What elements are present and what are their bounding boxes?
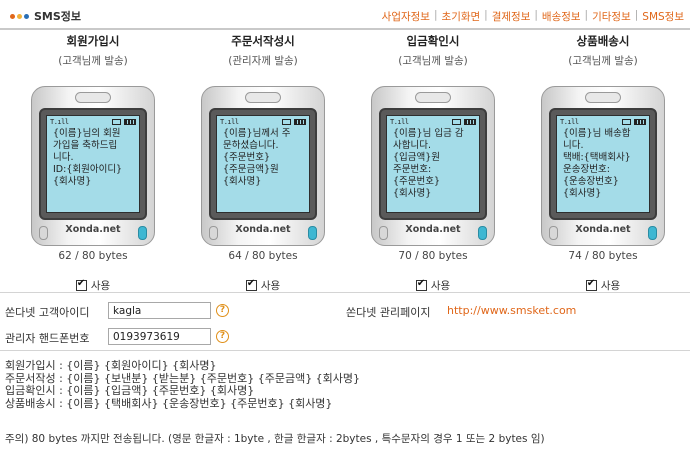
nav-payment-info[interactable]: 결제정보 — [492, 9, 531, 24]
customer-id-label: 쏜다넷 고객아이디 — [5, 306, 90, 319]
signal-icon: T.ıll — [220, 117, 239, 126]
nav-home-screen[interactable]: 초기화면 — [442, 9, 481, 24]
use-checkbox[interactable] — [585, 278, 597, 291]
envelope-icon — [452, 118, 461, 125]
divider — [0, 292, 690, 293]
phone-brand: Xonda.net — [65, 224, 121, 235]
byte-count: 62 / 80 bytes — [58, 250, 128, 262]
phone-brand: Xonda.net — [575, 224, 631, 235]
card-subtitle: (고객님께 발송) — [398, 55, 468, 67]
card-subtitle: (고객님께 발송) — [568, 55, 638, 67]
admin-page-link[interactable]: http://www.smsket.com — [447, 304, 576, 317]
use-label: 사용 — [260, 280, 281, 292]
phone-preview: T.ıll {이름}님 입금 감 사합니다. {입금액}원 주문번호: {주문번… — [371, 86, 495, 246]
signal-icon: T.ıll — [390, 117, 409, 126]
phone-preview: T.ıll {이름}님께서 주 문하셨습니다. {주문번호} {주문금액}원 {… — [201, 86, 325, 246]
nav-other-info[interactable]: 기타정보 — [592, 9, 631, 24]
customer-id-input[interactable] — [108, 302, 211, 319]
nav-business-info[interactable]: 사업자정보 — [382, 9, 430, 24]
envelope-icon — [112, 118, 121, 125]
card-subtitle: (관리자께 발송) — [228, 55, 298, 67]
sms-card-deposit: 입금확인시 (고객님께 발송) T.ıll {이름}님 입금 감 사합니다. {… — [358, 33, 508, 293]
card-title: 상품배송시 — [576, 34, 630, 48]
byte-count: 70 / 80 bytes — [398, 250, 468, 262]
phone-screen: T.ıll {이름}님 입금 감 사합니다. {입금액}원 주문번호: {주문번… — [386, 115, 480, 213]
nav-sms-info[interactable]: SMS정보 — [642, 9, 684, 24]
sms-card-order: 주문서작성시 (관리자께 발송) T.ıll {이름}님께서 주 문하셨습니다.… — [188, 33, 338, 293]
phone-brand: Xonda.net — [235, 224, 291, 235]
use-checkbox[interactable] — [75, 278, 87, 291]
byte-count: 64 / 80 bytes — [228, 250, 298, 262]
use-label: 사용 — [600, 280, 621, 292]
phone-preview: T.ıll {이름}님의 회원 가입을 축하드립 니다. ID:{회원아이디} … — [31, 86, 155, 246]
nav-delivery-info[interactable]: 배송정보 — [542, 9, 581, 24]
note-line: 입금확인시 : {이름} {입금액} {주문번호} {회사명} — [5, 384, 255, 397]
speaker-icon — [585, 92, 621, 103]
sms-message-text[interactable]: {이름}님의 회원 가입을 축하드립 니다. ID:{회원아이디} {회사명} — [47, 126, 139, 188]
battery-icon — [294, 118, 306, 125]
battery-icon — [634, 118, 646, 125]
admin-page-label: 쏜다넷 관리페이지 — [346, 306, 431, 319]
sms-message-text[interactable]: {이름}님 배송합 니다. 택배:{택배회사} 운송장번호: {운송장번호} {… — [557, 126, 649, 200]
help-icon[interactable]: ? — [216, 304, 229, 317]
battery-icon — [124, 118, 136, 125]
byte-count: 74 / 80 bytes — [568, 250, 638, 262]
card-subtitle: (고객님께 발송) — [58, 55, 128, 67]
use-checkbox[interactable] — [245, 278, 257, 291]
speaker-icon — [245, 92, 281, 103]
use-label: 사용 — [430, 280, 451, 292]
help-icon[interactable]: ? — [216, 330, 229, 343]
sms-card-signup: 회원가입시 (고객님께 발송) T.ıll {이름}님의 회원 가입을 축하드립… — [18, 33, 168, 293]
envelope-icon — [282, 118, 291, 125]
page-header: SMS정보 사업자정보 | 초기화면 | 결제정보 | 배송정보 | 기타정보 … — [0, 0, 690, 30]
note-line: 상품배송시 : {이름} {택배회사} {운송장번호} {주문번호} {회사명} — [5, 396, 333, 410]
envelope-icon — [622, 118, 631, 125]
bullet-dots-icon — [10, 13, 29, 19]
phone-preview: T.ıll {이름}님 배송합 니다. 택배:{택배회사} 운송장번호: {운송… — [541, 86, 665, 246]
byte-limit-note: 주의) 80 bytes 까지만 전송됩니다. (영문 한글자 : 1byte … — [5, 433, 545, 445]
phone-screen: T.ıll {이름}님 배송합 니다. 택배:{택배회사} 운송장번호: {운송… — [556, 115, 650, 213]
card-title: 회원가입시 — [66, 34, 120, 48]
sms-message-text[interactable]: {이름}님께서 주 문하셨습니다. {주문번호} {주문금액}원 {회사명} — [217, 126, 309, 188]
top-nav: 사업자정보 | 초기화면 | 결제정보 | 배송정보 | 기타정보 | SMS정… — [381, 9, 684, 24]
phone-brand: Xonda.net — [405, 224, 461, 235]
sms-card-shipping: 상품배송시 (고객님께 발송) T.ıll {이름}님 배송합 니다. 택배:{… — [528, 33, 678, 293]
speaker-icon — [415, 92, 451, 103]
card-title: 주문서작성시 — [231, 34, 295, 48]
section-title: SMS정보 — [10, 8, 81, 24]
admin-phone-input[interactable] — [108, 328, 211, 345]
variable-notes: 회원가입시 : {이름} {회원아이디} {회사명} 주문서작성 : {이름} … — [5, 359, 360, 410]
divider — [0, 350, 690, 351]
phone-screen: T.ıll {이름}님께서 주 문하셨습니다. {주문번호} {주문금액}원 {… — [216, 115, 310, 213]
card-title: 입금확인시 — [406, 34, 460, 48]
signal-icon: T.ıll — [560, 117, 579, 126]
phone-screen: T.ıll {이름}님의 회원 가입을 축하드립 니다. ID:{회원아이디} … — [46, 115, 140, 213]
note-line: 회원가입시 : {이름} {회원아이디} {회사명} — [5, 359, 217, 372]
use-checkbox[interactable] — [415, 278, 427, 291]
signal-icon: T.ıll — [50, 117, 69, 126]
page-title: SMS정보 — [34, 10, 82, 23]
sms-message-text[interactable]: {이름}님 입금 감 사합니다. {입금액}원 주문번호: {주문번호} {회사… — [387, 126, 479, 200]
battery-icon — [464, 118, 476, 125]
admin-phone-label: 관리자 핸드폰번호 — [5, 332, 90, 345]
use-label: 사용 — [90, 280, 111, 292]
speaker-icon — [75, 92, 111, 103]
